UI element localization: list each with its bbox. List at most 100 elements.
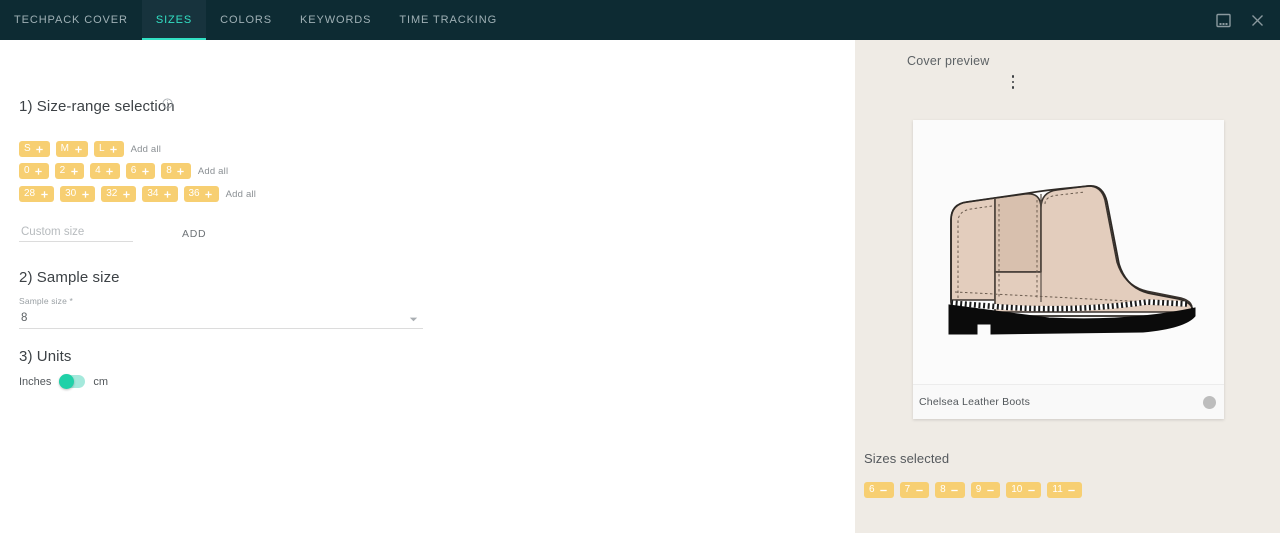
- close-icon[interactable]: [1247, 10, 1267, 30]
- tab-label: TIME TRACKING: [399, 14, 497, 26]
- plus-icon: [35, 144, 45, 154]
- size-chip-label: 32: [106, 189, 117, 199]
- minus-icon: [914, 485, 924, 495]
- size-chip[interactable]: 28: [19, 186, 54, 202]
- size-chip[interactable]: 6: [126, 163, 156, 179]
- size-chip-label: 6: [131, 166, 137, 176]
- size-chip[interactable]: 4: [90, 163, 120, 179]
- size-chip[interactable]: M: [56, 141, 88, 157]
- size-chip[interactable]: 36: [184, 186, 219, 202]
- product-card-footer: Chelsea Leather Boots: [913, 384, 1224, 419]
- size-range-section-title: 1) Size-range selection: [19, 98, 175, 115]
- add-all-link[interactable]: Add all: [198, 166, 228, 177]
- minus-icon: [950, 485, 960, 495]
- plus-icon: [39, 189, 49, 199]
- selected-size-chip[interactable]: 7: [900, 482, 930, 498]
- more-vertical-icon[interactable]: [1005, 72, 1021, 92]
- kebab-dot: [1012, 75, 1015, 78]
- tab-label: SIZES: [156, 14, 192, 26]
- kebab-dot: [1012, 86, 1015, 89]
- size-chip-label: 8: [166, 166, 172, 176]
- selected-size-chip[interactable]: 10: [1006, 482, 1041, 498]
- size-chip[interactable]: L: [94, 141, 124, 157]
- product-preview-card[interactable]: Chelsea Leather Boots: [913, 120, 1224, 419]
- size-chip-label: 30: [65, 189, 76, 199]
- units-toggle[interactable]: [59, 375, 85, 388]
- minus-icon: [1026, 485, 1036, 495]
- selected-size-chip[interactable]: 11: [1047, 482, 1081, 498]
- sizes-selected-list: 6 7 8 9 10 11: [864, 482, 1088, 498]
- size-chip-label: 4: [95, 166, 101, 176]
- kebab-dot: [1012, 81, 1015, 84]
- tab-label: KEYWORDS: [300, 14, 371, 26]
- selected-size-label: 10: [1011, 485, 1022, 495]
- plus-icon: [204, 189, 214, 199]
- size-chip[interactable]: 30: [60, 186, 95, 202]
- size-chip-label: S: [24, 144, 31, 154]
- sample-size-label: Sample size *: [19, 296, 423, 306]
- app-root: TECHPACK COVER SIZES COLORS KEYWORDS TIM…: [0, 0, 1280, 533]
- info-icon[interactable]: [162, 98, 173, 109]
- minus-icon: [879, 485, 889, 495]
- minus-icon: [985, 485, 995, 495]
- size-chip[interactable]: 34: [142, 186, 177, 202]
- tab-colors[interactable]: COLORS: [206, 0, 286, 40]
- topbar-spacer: [511, 0, 1213, 40]
- units-cm-label: cm: [93, 376, 108, 388]
- selected-size-label: 9: [976, 485, 982, 495]
- chevron-down-icon: [409, 315, 418, 324]
- size-chip-label: 36: [189, 189, 200, 199]
- color-swatch[interactable]: [1203, 396, 1216, 409]
- plus-icon: [121, 189, 131, 199]
- plus-icon: [80, 189, 90, 199]
- size-chip-label: 28: [24, 189, 35, 199]
- custom-size-input[interactable]: [19, 226, 133, 242]
- plus-icon: [73, 144, 83, 154]
- sample-size-section-title: 2) Sample size: [19, 269, 120, 286]
- units-section-title: 3) Units: [19, 348, 71, 365]
- top-navigation-bar: TECHPACK COVER SIZES COLORS KEYWORDS TIM…: [0, 0, 1280, 40]
- add-custom-size-button[interactable]: ADD: [176, 227, 212, 241]
- selected-size-chip[interactable]: 9: [971, 482, 1001, 498]
- save-icon[interactable]: [1213, 10, 1233, 30]
- topbar-actions: [1213, 0, 1280, 40]
- plus-icon: [176, 166, 186, 176]
- sample-size-select[interactable]: 8: [19, 312, 423, 329]
- tab-label: COLORS: [220, 14, 272, 26]
- selected-size-chip[interactable]: 6: [864, 482, 894, 498]
- size-chip[interactable]: 2: [55, 163, 85, 179]
- size-chip[interactable]: S: [19, 141, 50, 157]
- plus-icon: [109, 144, 119, 154]
- tab-list: TECHPACK COVER SIZES COLORS KEYWORDS TIM…: [0, 0, 511, 40]
- tab-keywords[interactable]: KEYWORDS: [286, 0, 385, 40]
- size-chip-label: 2: [60, 166, 66, 176]
- size-row-letters: S M L Add all: [19, 141, 161, 157]
- tab-time-tracking[interactable]: TIME TRACKING: [385, 0, 511, 40]
- size-chip-label: 0: [24, 166, 30, 176]
- units-toggle-row: Inches cm: [19, 375, 108, 388]
- add-all-link[interactable]: Add all: [131, 144, 161, 155]
- size-chip[interactable]: 8: [161, 163, 191, 179]
- selected-size-label: 11: [1052, 485, 1062, 495]
- size-chip-label: L: [99, 144, 105, 154]
- product-name: Chelsea Leather Boots: [919, 396, 1030, 408]
- sample-size-select-wrapper: Sample size * 8: [19, 296, 423, 329]
- size-chip[interactable]: 0: [19, 163, 49, 179]
- tab-sizes[interactable]: SIZES: [142, 0, 206, 40]
- toggle-knob: [59, 374, 74, 389]
- units-inches-label: Inches: [19, 376, 51, 388]
- product-image: [913, 120, 1224, 384]
- tab-techpack-cover[interactable]: TECHPACK COVER: [0, 0, 142, 40]
- size-chip[interactable]: 32: [101, 186, 136, 202]
- tab-label: TECHPACK COVER: [14, 14, 128, 26]
- plus-icon: [34, 166, 44, 176]
- size-row-numeric-even: 0 2 4 6 8 Add all: [19, 163, 228, 179]
- selected-size-label: 7: [905, 485, 911, 495]
- selected-size-label: 6: [869, 485, 875, 495]
- size-row-numeric-waist: 28 30 32 34 36 Add all: [19, 186, 256, 202]
- selected-size-label: 8: [940, 485, 946, 495]
- plus-icon: [140, 166, 150, 176]
- selected-size-chip[interactable]: 8: [935, 482, 965, 498]
- sizes-panel: 1) Size-range selection S M L Add all: [0, 40, 855, 533]
- add-all-link[interactable]: Add all: [226, 189, 256, 200]
